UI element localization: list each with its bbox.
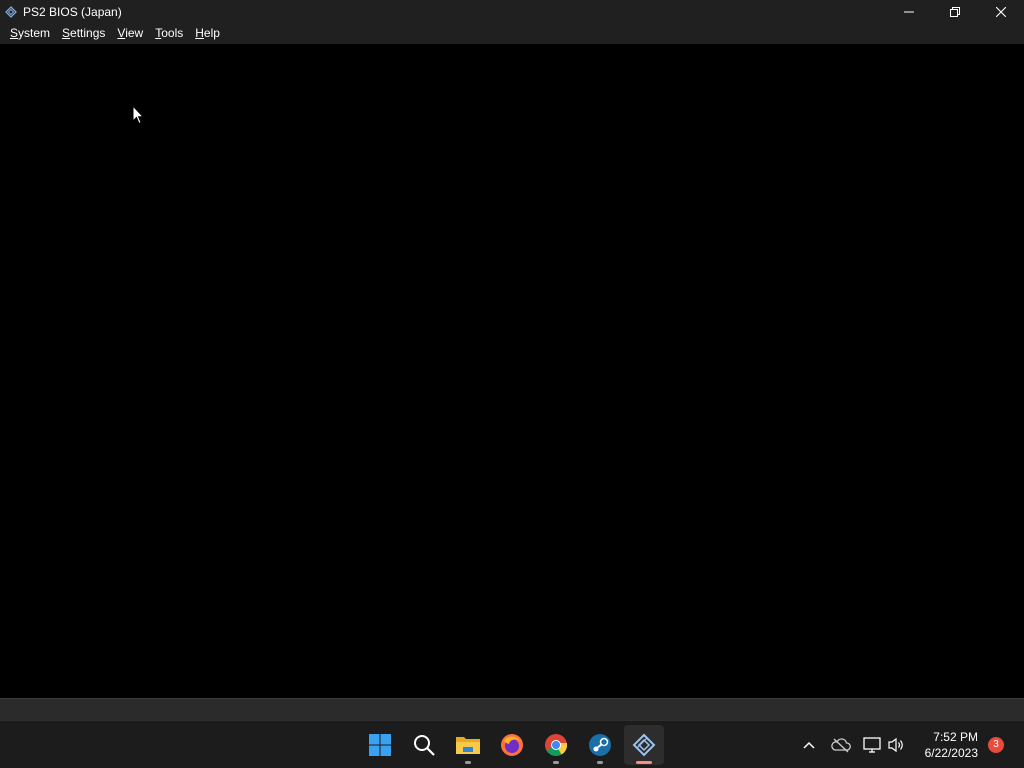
clock-date: 6/22/2023 — [924, 746, 978, 760]
pcsx2-icon — [5, 5, 17, 18]
restore-button[interactable] — [932, 0, 978, 23]
network-icon — [863, 737, 881, 753]
minimize-button[interactable] — [886, 0, 932, 23]
menu-tools[interactable]: Tools — [149, 23, 189, 44]
status-bar — [0, 698, 1024, 720]
onedrive-button[interactable] — [829, 733, 853, 757]
cloud-offline-icon — [831, 738, 851, 753]
steam-button[interactable] — [580, 725, 620, 765]
window-title: PS2 BIOS (Japan) — [23, 4, 122, 19]
pcsx2-button[interactable] — [624, 725, 664, 765]
minimize-icon — [904, 11, 914, 12]
title-bar[interactable]: PS2 BIOS (Japan) — [0, 0, 1024, 23]
volume-button[interactable] — [884, 733, 908, 757]
search-icon — [414, 735, 435, 756]
running-indicator — [553, 761, 559, 764]
menu-system[interactable]: System — [4, 23, 56, 44]
pcsx2-icon — [632, 733, 656, 757]
file-explorer-icon — [456, 737, 480, 754]
file-explorer-button[interactable] — [448, 725, 488, 765]
chrome-button[interactable] — [536, 725, 576, 765]
network-button[interactable] — [860, 733, 884, 757]
running-indicator — [465, 761, 471, 764]
steam-icon — [589, 734, 611, 756]
restore-icon — [950, 6, 960, 17]
clock[interactable]: 7:52 PM 6/22/2023 — [925, 729, 978, 761]
running-indicator — [597, 761, 603, 764]
chrome-icon — [545, 734, 568, 756]
close-button[interactable] — [978, 0, 1024, 23]
taskbar: 7:52 PM 6/22/2023 3 — [0, 720, 1024, 768]
menu-settings[interactable]: Settings — [56, 23, 111, 44]
menu-view[interactable]: View — [111, 23, 149, 44]
close-icon — [996, 6, 1006, 17]
start-icon — [369, 734, 391, 756]
emulator-display[interactable] — [0, 44, 1024, 698]
menu-help[interactable]: Help — [189, 23, 226, 44]
clock-time: 7:52 PM — [933, 730, 978, 744]
notification-badge[interactable]: 3 — [988, 737, 1004, 753]
search-button[interactable] — [404, 725, 444, 765]
chevron-up-icon — [803, 741, 815, 749]
show-hidden-icons-button[interactable] — [797, 733, 821, 757]
volume-icon — [888, 737, 903, 753]
mouse-cursor-icon — [132, 105, 144, 125]
menu-bar: System Settings View Tools Help — [0, 23, 1024, 44]
firefox-button[interactable] — [492, 725, 532, 765]
firefox-icon — [501, 734, 523, 756]
active-indicator — [636, 761, 652, 764]
start-button[interactable] — [360, 725, 400, 765]
